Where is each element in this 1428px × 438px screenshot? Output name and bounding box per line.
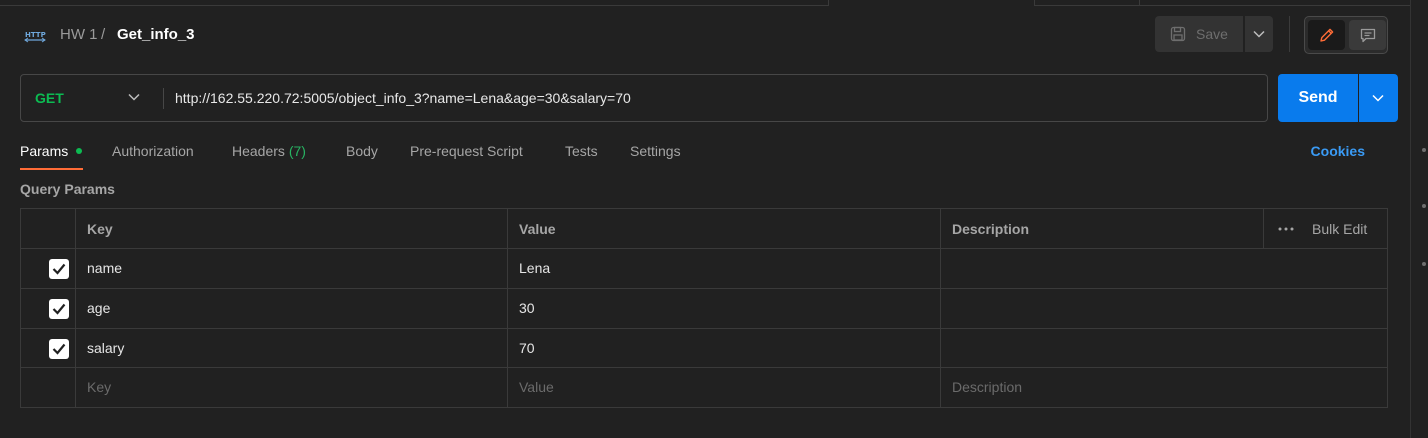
request-name[interactable]: Get_info_3 [117,25,195,45]
tab-tests[interactable]: Tests [565,142,598,160]
checkmark-icon [52,343,66,355]
row-check-cell [21,249,76,288]
breadcrumb-separator: / [101,26,106,43]
new-param-key-placeholder: Key [87,379,112,395]
param-enabled-checkbox[interactable] [49,259,69,279]
url-input[interactable] [175,86,1255,110]
comments-button[interactable] [1349,20,1386,50]
param-key-cell[interactable]: age [76,289,508,328]
param-value: 70 [519,340,535,356]
table-row: salary 70 [21,329,1387,368]
tab-params[interactable]: Params [20,142,68,160]
column-key-header: Key [87,221,113,237]
new-param-key-cell[interactable]: Key [76,368,508,407]
tab-strip-segment [1140,0,1410,6]
table-header-row: Key Value Description Bulk Edit [21,209,1387,249]
table-row: name Lena [21,249,1387,289]
param-value-cell[interactable]: Lena [508,249,941,288]
chevron-down-icon [1253,30,1265,38]
tab-body[interactable]: Body [346,142,378,160]
toolbar-divider [1289,16,1290,52]
params-active-indicator [76,148,82,154]
send-button[interactable]: Send [1278,74,1358,122]
header-check-cell [21,209,76,248]
tab-authorization[interactable]: Authorization [112,142,194,160]
new-param-description-placeholder: Description [952,379,1023,395]
param-key-cell[interactable]: salary [76,329,508,367]
header-value-cell: Value [508,209,941,248]
header-key-cell: Key [76,209,508,248]
param-value-cell[interactable]: 30 [508,289,941,328]
tab-settings[interactable]: Settings [630,142,681,160]
param-value-cell[interactable]: 70 [508,329,941,367]
save-button[interactable]: Save [1155,16,1243,52]
param-key: age [87,300,111,316]
url-bar: GET [20,74,1268,122]
row-check-cell [21,329,76,367]
view-mode-toggle [1304,16,1388,54]
new-param-value-placeholder: Value [519,379,554,395]
param-value: Lena [519,260,551,276]
send-options-button[interactable] [1359,74,1398,122]
param-enabled-checkbox[interactable] [49,339,69,359]
cookies-link[interactable]: Cookies [1311,142,1365,160]
right-sidebar-marker [1422,148,1426,152]
tab-headers[interactable]: Headers (7) [232,142,306,160]
tab-strip-segment [1035,0,1139,6]
chevron-down-icon[interactable] [128,93,140,101]
new-param-description-cell[interactable]: Description [941,368,1387,407]
request-tabs: Params Authorization Headers (7) Body Pr… [0,140,1410,172]
tab-strip-separator [828,0,829,6]
param-description-cell[interactable] [941,249,1387,288]
row-check-cell [21,368,76,407]
more-horizontal-icon[interactable] [1278,227,1294,231]
save-options-button[interactable] [1245,16,1273,52]
param-key: name [87,260,123,276]
query-params-table: Key Value Description Bulk Edit name Len… [20,208,1388,408]
param-key-cell[interactable]: name [76,249,508,288]
chevron-down-icon [1372,94,1384,102]
column-value-header: Value [519,221,556,237]
bulk-edit-button[interactable]: Bulk Edit [1312,220,1367,238]
row-check-cell [21,289,76,328]
edit-mode-button[interactable] [1308,20,1345,50]
save-icon [1170,26,1186,42]
tab-pre-request-script[interactable]: Pre-request Script [410,142,523,160]
request-header: HTTP HW 1 / Get_info_3 Save [0,14,1410,54]
top-tab-strip [0,0,1428,6]
header-actions-cell: Bulk Edit [1264,209,1387,248]
save-button-label: Save [1196,26,1228,42]
tab-headers-label: Headers [232,143,285,159]
param-description-cell[interactable] [941,289,1387,328]
right-panel-border [1410,0,1411,438]
param-description-cell[interactable] [941,329,1387,367]
table-row: age 30 [21,289,1387,329]
param-value: 30 [519,300,535,316]
header-description-cell: Description [941,209,1264,248]
pencil-icon [1320,28,1334,42]
tab-strip-segment [0,0,828,6]
checkmark-icon [52,263,66,275]
comment-icon [1360,28,1376,43]
query-params-title: Query Params [20,181,115,197]
new-param-value-cell[interactable]: Value [508,368,941,407]
checkmark-icon [52,303,66,315]
param-key: salary [87,340,125,356]
column-description-header: Description [952,221,1030,237]
active-tab-underline [20,168,83,170]
param-enabled-checkbox[interactable] [49,299,69,319]
table-row-new: Key Value Description [21,368,1387,407]
breadcrumb-collection[interactable]: HW 1 [60,25,98,45]
right-sidebar-marker [1422,262,1426,266]
headers-count: (7) [288,143,306,159]
http-method-select[interactable]: GET [35,89,64,107]
http-icon: HTTP [24,31,46,43]
url-bar-divider [163,88,164,109]
right-sidebar-marker [1422,204,1426,208]
